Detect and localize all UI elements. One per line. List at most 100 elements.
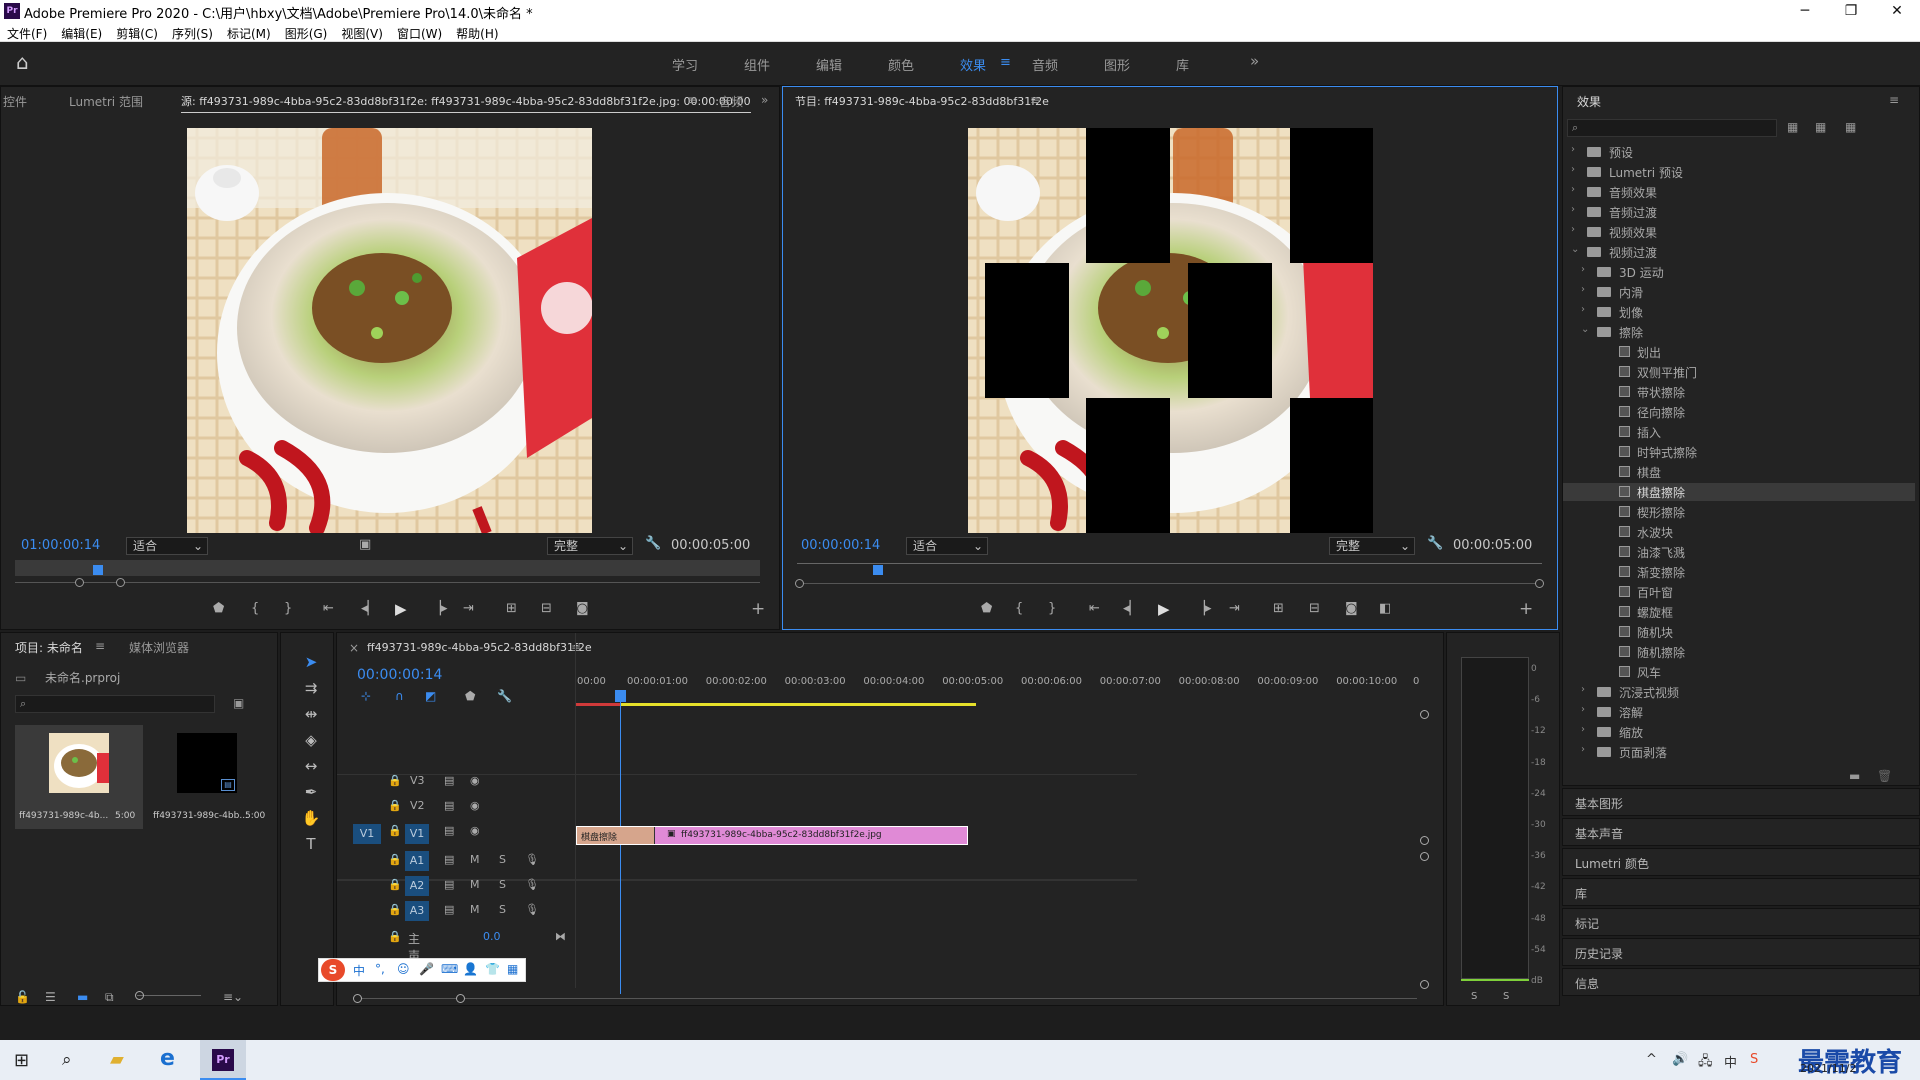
tray-icon[interactable]: 🔊	[1672, 1052, 1688, 1067]
track-height-handle[interactable]	[1420, 710, 1429, 719]
ime-button[interactable]: 中	[353, 962, 365, 979]
timeline-timecode[interactable]: 00:00:00:14	[357, 667, 442, 683]
overwrite-icon[interactable]: ⊟	[541, 601, 552, 616]
32bit-effects-icon[interactable]: ▦	[1815, 120, 1826, 134]
lock-icon[interactable]: 🔒	[388, 930, 402, 943]
program-timecode[interactable]: 00:00:00:14	[801, 538, 880, 553]
minimize-button[interactable]: ─	[1782, 0, 1828, 22]
side-section[interactable]: 信息	[1562, 968, 1920, 996]
add-button-icon[interactable]: +	[1519, 599, 1533, 619]
chevron-right-icon[interactable]: ›	[1571, 144, 1575, 155]
solo-right-button[interactable]: S	[1503, 991, 1509, 1002]
effects-tree-item[interactable]: › 沉浸式视频	[1563, 683, 1915, 701]
sync-icon[interactable]: ▤	[444, 878, 454, 891]
lock-icon[interactable]: 🔒	[388, 799, 402, 812]
track-label[interactable]: A3	[405, 901, 429, 921]
track-height-handle[interactable]	[1420, 836, 1429, 845]
close-tab-icon[interactable]: ×	[349, 641, 359, 655]
linked-selection-icon[interactable]: ◩	[425, 689, 436, 703]
insert-icon[interactable]: ⊞	[506, 601, 517, 616]
list-view-icon[interactable]: ☰	[45, 990, 56, 1004]
eye-icon[interactable]: ◉	[470, 774, 480, 787]
side-section[interactable]: 基本图形	[1562, 788, 1920, 816]
mark-out-icon[interactable]: }	[284, 601, 292, 616]
chevron-right-icon[interactable]: ›	[1581, 684, 1585, 695]
scroll-handle-left[interactable]	[353, 994, 362, 1003]
mic-icon[interactable]: 🎙	[525, 853, 539, 866]
transition-checkerboard-wipe[interactable]: 棋盘擦除	[577, 827, 655, 844]
track-label[interactable]: V3	[410, 774, 425, 787]
chevron-down-icon[interactable]: ⌄	[1581, 324, 1589, 335]
ime-button[interactable]: ☺	[397, 962, 410, 976]
program-quality-select[interactable]: 完整 ⌄	[1329, 537, 1415, 555]
sync-icon[interactable]: ▤	[444, 774, 454, 787]
track-height-handle[interactable]	[1420, 980, 1429, 989]
effects-tree-item[interactable]: › 3D 运动	[1563, 263, 1915, 281]
master-volume[interactable]: 0.0	[483, 930, 501, 943]
chevron-right-icon[interactable]: ›	[1581, 704, 1585, 715]
more-workspaces-icon[interactable]: »	[1250, 52, 1259, 70]
tray-icon[interactable]: 中	[1724, 1052, 1737, 1071]
go-to-out-icon[interactable]: ⇥	[463, 601, 474, 616]
effects-tree-item[interactable]: 插入	[1563, 423, 1915, 441]
workspace-graphics[interactable]: 图形	[1104, 55, 1130, 74]
workspace-audio[interactable]: 音频	[1032, 55, 1058, 74]
effects-tree-item[interactable]: › 音频过渡	[1563, 203, 1915, 221]
nest-icon[interactable]: ⊹	[361, 689, 371, 703]
tab-lumetri-scopes[interactable]: Lumetri 范围	[69, 93, 143, 110]
play-icon[interactable]: ▶	[1158, 600, 1170, 618]
type-tool-icon[interactable]: T	[299, 835, 323, 857]
track-label[interactable]: V1	[405, 824, 429, 844]
effects-tree-item[interactable]: 带状擦除	[1563, 383, 1915, 401]
program-fit-select[interactable]: 适合 ⌄	[906, 537, 988, 555]
step-forward-icon[interactable]: ▕▸	[431, 601, 448, 616]
step-back-icon[interactable]: ◂▏	[1123, 601, 1140, 616]
tray-icon[interactable]: 🖧	[1698, 1052, 1713, 1074]
workspace-effects[interactable]: 效果	[960, 55, 986, 74]
workspace-assembly[interactable]: 组件	[744, 55, 770, 74]
zoom-handle-right[interactable]	[116, 578, 125, 587]
camera-icon[interactable]: ◙	[576, 601, 589, 616]
effects-tree-item[interactable]: 棋盘	[1563, 463, 1915, 481]
project-item-sequence[interactable]: ▤ ff493731-989c-4bb... 5:00	[149, 725, 274, 829]
sync-icon[interactable]: ▤	[444, 824, 454, 837]
track-label[interactable]: V2	[410, 799, 425, 812]
lift-icon[interactable]: ⊞	[1273, 601, 1284, 616]
program-panel-menu-icon[interactable]: ≡	[1030, 93, 1040, 107]
program-time-ruler[interactable]	[797, 563, 1542, 564]
new-bin-icon[interactable]: ▣	[233, 696, 244, 710]
sogou-icon[interactable]: S	[321, 959, 345, 981]
zoom-handle-left[interactable]	[75, 578, 84, 587]
workspace-libraries[interactable]: 库	[1176, 55, 1189, 74]
project-panel-menu-icon[interactable]: ≡	[95, 639, 105, 653]
menu-graphics[interactable]: 图形(G)	[278, 22, 335, 42]
step-back-icon[interactable]: ◂▏	[361, 601, 378, 616]
effects-tree-item[interactable]: 时钟式擦除	[1563, 443, 1915, 461]
effects-tree-item[interactable]: › 溶解	[1563, 703, 1915, 721]
effects-tree-item[interactable]: › 预设	[1563, 143, 1915, 161]
sort-icon[interactable]: ≡⌄	[223, 990, 243, 1004]
mute-icon[interactable]: M	[470, 853, 480, 866]
camera-icon[interactable]: ◙	[1345, 601, 1358, 616]
effects-tree-item[interactable]: 双侧平推门	[1563, 363, 1915, 381]
timeline-scrollbar[interactable]	[357, 998, 1417, 999]
search-icon[interactable]: ⌕	[62, 1050, 72, 1070]
chevron-right-icon[interactable]: ›	[1581, 744, 1585, 755]
effects-tree-item[interactable]: 随机擦除	[1563, 643, 1915, 661]
razor-tool-icon[interactable]: ◈	[299, 731, 323, 753]
effects-tree-item[interactable]: 渐变擦除	[1563, 563, 1915, 581]
effects-tree-item[interactable]: 水波块	[1563, 523, 1915, 541]
tab-source[interactable]: 源: ff493731-989c-4bba-95c2-83dd8bf31f2e:…	[181, 93, 751, 113]
tab-media-browser[interactable]: 媒体浏览器	[129, 639, 189, 656]
wrench-icon[interactable]: 🔧	[1427, 536, 1443, 551]
source-quality-select[interactable]: 完整 ⌄	[547, 537, 633, 555]
add-button-icon[interactable]: +	[751, 599, 765, 619]
eye-icon[interactable]: ◉	[470, 799, 480, 812]
go-to-in-icon[interactable]: ⇤	[1089, 601, 1100, 616]
track-label[interactable]: A2	[405, 876, 429, 896]
add-marker-icon[interactable]: ⬟	[465, 689, 475, 703]
effects-tree-item[interactable]: › 内滑	[1563, 283, 1915, 301]
chevron-right-icon[interactable]: ›	[1571, 224, 1575, 235]
chevron-down-icon[interactable]: ⌄	[1571, 244, 1579, 255]
program-zoom-bar[interactable]	[797, 583, 1542, 584]
